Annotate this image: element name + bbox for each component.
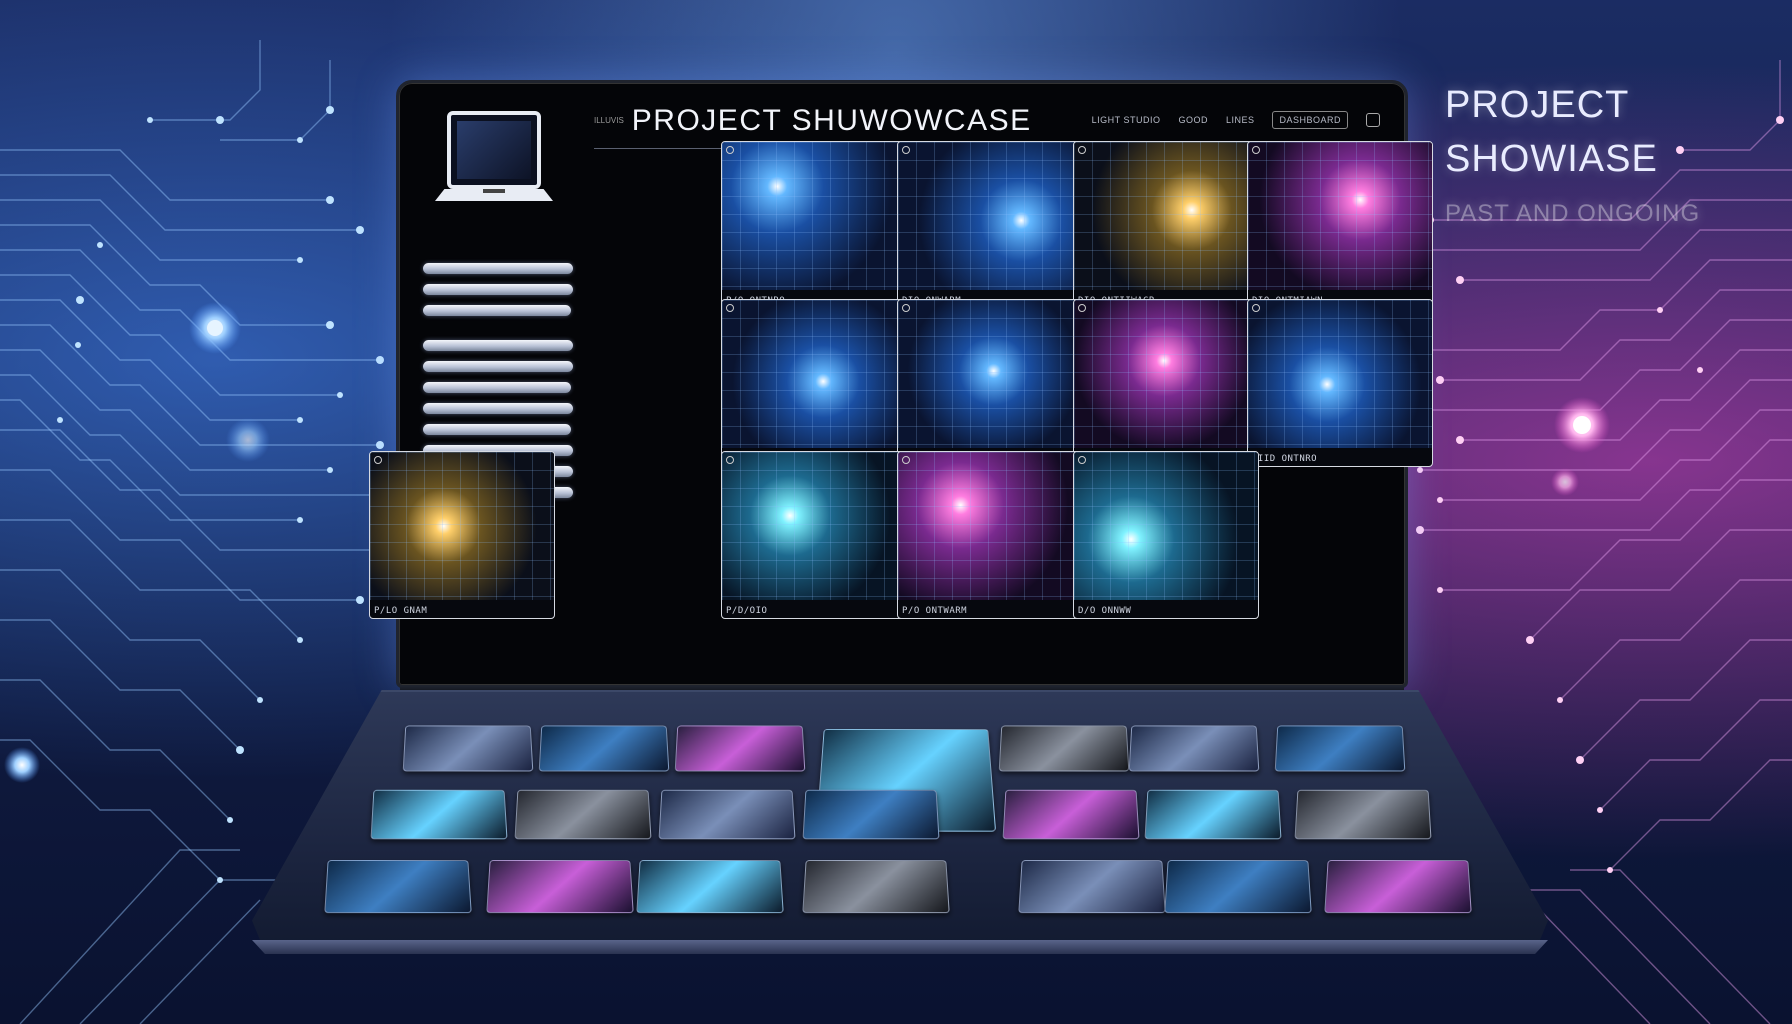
card-dot-icon [1252, 304, 1260, 312]
page-title: PROJECT SHUWOWCASE [631, 103, 1032, 137]
sidebar-item[interactable] [423, 403, 573, 414]
project-card[interactable]: PID ONAMNING [1073, 299, 1259, 467]
side-title-line2: SHOWIASE [1445, 138, 1658, 180]
project-card[interactable]: P/D ONWARD [721, 299, 907, 467]
card-dot-icon [726, 146, 734, 154]
deck-tile[interactable] [1294, 789, 1432, 840]
project-card[interactable]: LIID ONTNRO [1247, 299, 1433, 467]
project-card-caption: P/LO GNAM [374, 606, 428, 616]
card-dot-icon [902, 304, 910, 312]
deck-tile[interactable] [486, 860, 634, 914]
project-card-caption: LIID ONTNRO [1252, 454, 1318, 464]
project-card-caption: D/O ONNWW [1078, 606, 1132, 616]
sidebar-item[interactable] [423, 424, 571, 435]
deck-tile[interactable] [802, 860, 950, 914]
deck-tile[interactable] [1324, 860, 1472, 914]
brand-mini: ILLUVIS [594, 116, 624, 125]
sidebar-item[interactable] [423, 263, 573, 274]
card-dot-icon [374, 456, 382, 464]
project-card[interactable]: PIO ONWARM [897, 299, 1083, 467]
laptop-screen: ILLUVIS PROJECT SHUWOWCASE LIGHT STUDIO … [369, 80, 1433, 688]
sidebar-item[interactable] [423, 361, 573, 372]
card-dot-icon [1078, 304, 1086, 312]
top-nav: LIGHT STUDIO GOOD LINES DASHBOARD [1092, 111, 1380, 129]
project-card[interactable]: P/D/OIO [721, 451, 907, 619]
sidebar-item[interactable] [423, 284, 573, 295]
card-dot-icon [902, 456, 910, 464]
side-heading: PROJECT SHOWIASE PAST AND ONGOING [1445, 78, 1765, 228]
deck-tile[interactable] [998, 725, 1130, 772]
deck-edge [252, 940, 1548, 954]
card-dot-icon [726, 304, 734, 312]
card-dot-icon [726, 456, 734, 464]
deck-tile[interactable] [1164, 860, 1312, 914]
project-card[interactable]: DIO ONWARM [897, 141, 1083, 309]
sidebar-item[interactable] [423, 382, 571, 393]
card-dot-icon [1252, 146, 1260, 154]
sidebar-item[interactable] [423, 340, 573, 351]
side-title-line1: PROJECT [1445, 84, 1630, 126]
project-card-caption: P/O ONTWARM [902, 606, 968, 616]
nav-item-dashboard[interactable]: DASHBOARD [1272, 111, 1348, 129]
deck-tile[interactable] [1144, 789, 1282, 840]
profile-icon[interactable] [1366, 113, 1380, 127]
project-card[interactable]: DIO ONTIIWAGR [1073, 141, 1259, 309]
project-card[interactable]: P/O ONTWARM [897, 451, 1083, 619]
deck-tile[interactable] [1274, 725, 1406, 772]
project-card-caption: P/D/OIO [726, 606, 768, 616]
deck-tile[interactable] [658, 789, 796, 840]
project-card[interactable]: P/O ONTNRO [721, 141, 907, 309]
card-dot-icon [902, 146, 910, 154]
deck-tile[interactable] [324, 860, 472, 914]
deck-tile[interactable] [1002, 789, 1140, 840]
deck-tile[interactable] [674, 725, 806, 772]
laptop-logo-icon [435, 111, 567, 215]
deck-tile[interactable] [802, 789, 940, 840]
project-card[interactable]: D/O ONNWW [1073, 451, 1259, 619]
project-card[interactable]: P/LO GNAM [369, 451, 555, 619]
card-dot-icon [1078, 456, 1086, 464]
deck-tile[interactable] [402, 725, 534, 772]
deck-tile[interactable] [370, 789, 508, 840]
deck-tile[interactable] [514, 789, 652, 840]
side-subtitle: PAST AND ONGOING [1445, 200, 1701, 227]
deck-tile[interactable] [1128, 725, 1260, 772]
sidebar-item[interactable] [423, 305, 571, 316]
nav-item-good[interactable]: GOOD [1178, 115, 1208, 125]
card-dot-icon [1078, 146, 1086, 154]
deck-tile[interactable] [636, 860, 784, 914]
nav-item-light-studio[interactable]: LIGHT STUDIO [1092, 115, 1161, 125]
project-card[interactable]: DIO ONTMIAWN [1247, 141, 1433, 309]
nav-item-lines[interactable]: LINES [1226, 115, 1255, 125]
deck-tile[interactable] [1018, 860, 1166, 914]
deck-tile[interactable] [538, 725, 670, 772]
